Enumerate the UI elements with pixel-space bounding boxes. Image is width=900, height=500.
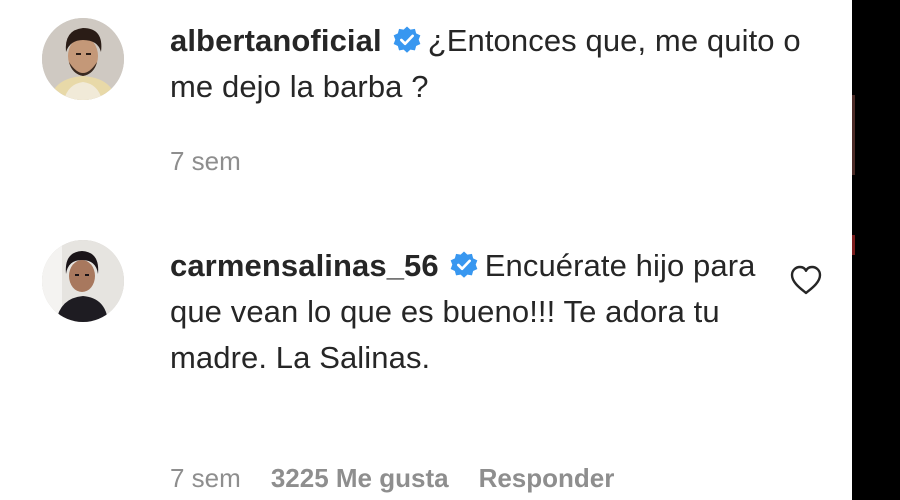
comment-meta: 7 sem 3225 Me gusta Responder [170, 463, 644, 494]
media-edge-detail [852, 235, 855, 255]
reply-button[interactable]: Responder [479, 463, 615, 493]
profile-photo-icon [42, 240, 124, 322]
heart-outline-icon[interactable] [789, 264, 823, 296]
adjacent-media-strip [852, 0, 900, 500]
comment-username[interactable]: carmensalinas_56 [170, 248, 439, 283]
likes-count[interactable]: 3225 Me gusta [271, 463, 449, 493]
media-edge-detail [852, 95, 855, 175]
comment-item: carmensalinas_56 Encuérate hijo para que … [0, 0, 852, 500]
avatar[interactable] [42, 240, 124, 322]
comment-body: carmensalinas_56 Encuérate hijo para que … [170, 243, 780, 381]
comment-timestamp[interactable]: 7 sem [170, 463, 241, 493]
verified-badge-icon [449, 250, 479, 280]
